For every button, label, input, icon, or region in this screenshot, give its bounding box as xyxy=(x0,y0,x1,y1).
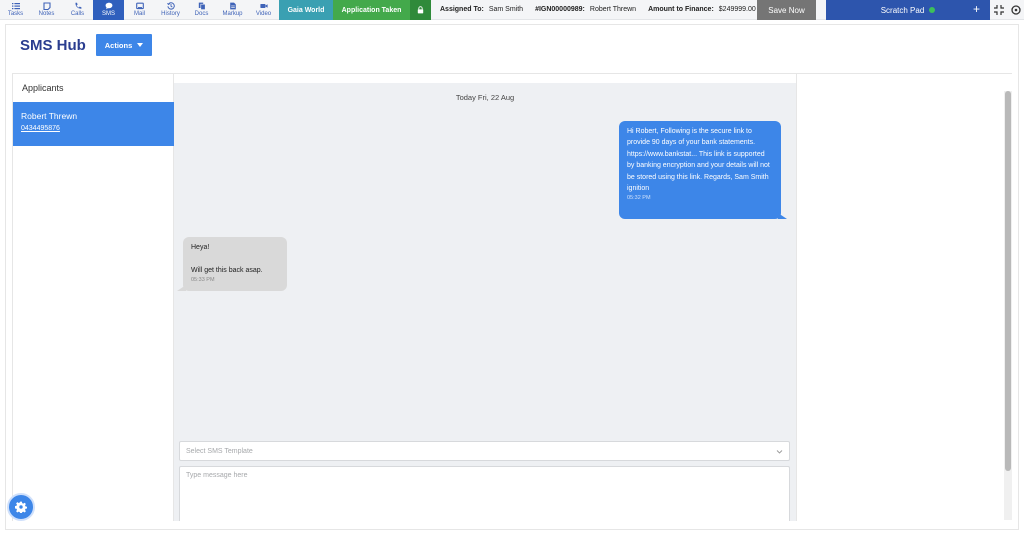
sms-template-select[interactable]: Select SMS Template xyxy=(179,441,790,461)
message-text: Heya! Will get this back asap. xyxy=(191,244,263,274)
tool-sms[interactable]: SMS xyxy=(93,0,124,20)
tool-notes[interactable]: Notes xyxy=(31,0,62,20)
page-title: SMS Hub xyxy=(20,37,86,54)
actions-label: Actions xyxy=(104,40,133,50)
history-icon xyxy=(166,2,175,10)
template-placeholder: Select SMS Template xyxy=(186,447,253,455)
outgoing-message: Hi Robert, Following is the secure link … xyxy=(619,121,787,219)
right-side-panel xyxy=(796,74,1012,521)
tool-label: History xyxy=(161,11,180,17)
mail-icon xyxy=(135,2,144,10)
phone-icon xyxy=(74,2,81,9)
chat-bubble-icon xyxy=(105,2,112,10)
tool-label: Calls xyxy=(70,11,85,17)
application-status-badge[interactable]: Application Taken xyxy=(333,0,410,20)
settings-icon[interactable] xyxy=(1010,4,1022,16)
fullscreen-icon[interactable] xyxy=(993,4,1005,16)
tool-label: Notes xyxy=(38,11,55,17)
documents-icon xyxy=(198,2,206,10)
amount-value: $249999.00 xyxy=(718,6,756,13)
message-time: 05:33 PM xyxy=(191,277,215,284)
gaia-world-tag[interactable]: Gaia World xyxy=(279,0,333,20)
page-scrollbar[interactable] xyxy=(1004,91,1012,520)
tool-video[interactable]: Video xyxy=(248,0,279,20)
applicants-panel: Applicants Robert Threwn 0434495876 xyxy=(12,74,175,521)
lock-button[interactable] xyxy=(410,0,431,20)
lock-icon xyxy=(417,6,424,14)
list-icon xyxy=(11,3,20,10)
tool-label: Tasks xyxy=(7,11,24,17)
tool-label: Video xyxy=(255,11,272,17)
tool-label: Markup xyxy=(222,11,243,17)
tool-history[interactable]: History xyxy=(155,0,186,20)
applicants-title: Applicants xyxy=(22,83,64,93)
markup-icon xyxy=(229,2,236,10)
settings-fab-button[interactable] xyxy=(7,493,35,521)
message-time: 05:32 PM xyxy=(627,195,651,202)
assigned-label: Assigned To: xyxy=(440,6,484,13)
applicant-item[interactable]: Robert Threwn 0434495876 xyxy=(13,102,175,146)
message-input[interactable] xyxy=(179,466,790,521)
top-toolbar: Tasks Notes Calls SMS Mail History Docs … xyxy=(0,0,1024,20)
tool-calls[interactable]: Calls xyxy=(62,0,93,20)
add-scratch-note-button[interactable]: + xyxy=(973,2,980,16)
applicant-phone-link[interactable]: 0434495876 xyxy=(21,125,167,132)
scratch-pad-label: Scratch Pad xyxy=(880,5,925,15)
note-icon xyxy=(42,2,51,10)
save-now-button[interactable]: Save Now xyxy=(757,0,816,20)
chat-date-divider: Today Fri, 22 Aug xyxy=(455,93,515,102)
online-status-dot-icon xyxy=(929,7,936,13)
caret-down-icon xyxy=(137,43,144,47)
reference-value: Robert Threwn xyxy=(589,6,637,13)
scrollbar-thumb[interactable] xyxy=(1005,91,1011,471)
gear-icon xyxy=(15,501,27,513)
tool-label: Docs xyxy=(194,11,209,17)
tool-mail[interactable]: Mail xyxy=(124,0,155,20)
message-composer: Select SMS Template xyxy=(174,434,796,521)
chat-thread: Today Fri, 22 Aug Hi Robert, Following i… xyxy=(174,83,796,434)
actions-dropdown-button[interactable]: Actions xyxy=(96,34,152,56)
tool-markup[interactable]: Markup xyxy=(217,0,248,20)
tool-label: SMS xyxy=(101,11,115,17)
scratch-pad-button[interactable]: Scratch Pad + xyxy=(826,0,990,20)
tool-docs[interactable]: Docs xyxy=(186,0,217,20)
applicant-name: Robert Threwn xyxy=(21,111,78,121)
video-camera-icon xyxy=(259,4,268,8)
reference-label: #IGN00000989: xyxy=(535,6,585,13)
tool-label: Mail xyxy=(133,11,145,17)
tool-tasks[interactable]: Tasks xyxy=(0,0,31,20)
assigned-value: Sam Smith xyxy=(488,6,524,13)
chevron-down-icon xyxy=(776,450,783,454)
amount-label: Amount to Finance: xyxy=(648,6,714,13)
message-text: Hi Robert, Following is the secure link … xyxy=(627,128,770,193)
application-info: Assigned To: Sam Smith #IGN00000989: Rob… xyxy=(431,0,768,19)
incoming-message: Heya! Will get this back asap. 05:33 PM xyxy=(177,237,287,291)
